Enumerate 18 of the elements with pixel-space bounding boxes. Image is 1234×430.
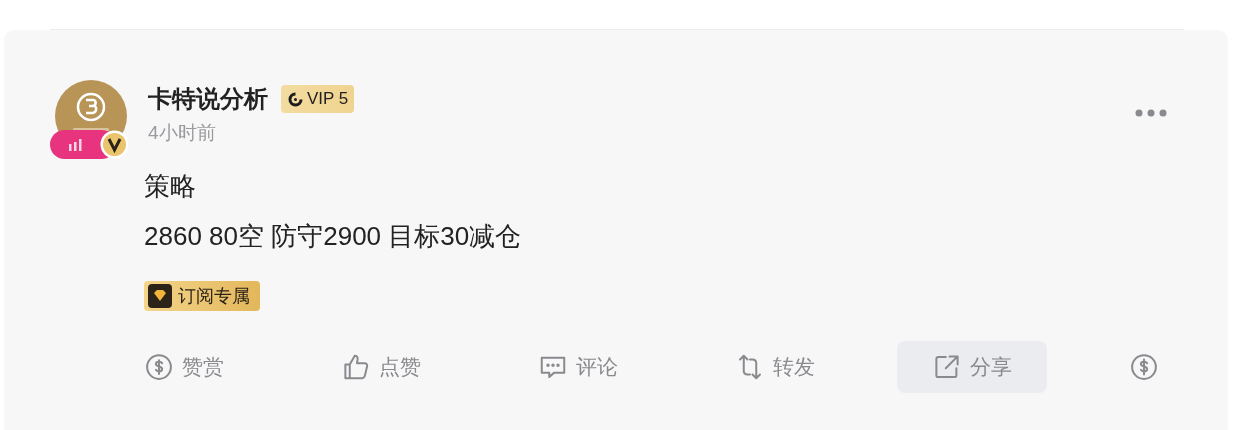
- dollar-icon: [1129, 352, 1159, 382]
- post-time: 4小时前: [148, 121, 217, 145]
- more-icon[interactable]: [1134, 108, 1168, 118]
- comment-button[interactable]: 评论: [530, 341, 626, 393]
- verified-icon: [100, 130, 129, 159]
- bars-icon: [68, 138, 84, 151]
- post-title: 策略: [144, 170, 197, 203]
- tag-label: 订阅专属: [178, 284, 250, 308]
- reward-button[interactable]: 赞赏: [136, 341, 232, 393]
- vip-level: VIP 5: [307, 88, 349, 111]
- post-body: 2860 80空 防守2900 目标30减仓: [144, 220, 523, 253]
- author-name[interactable]: 卡特说分析: [148, 81, 268, 117]
- like-button[interactable]: 点赞: [333, 341, 429, 393]
- ring-icon: [287, 90, 304, 108]
- share-button[interactable]: 分享: [897, 341, 1047, 393]
- repost-button[interactable]: 转发: [727, 341, 823, 393]
- coin-icon: [144, 352, 174, 382]
- thumbs-up-icon: [341, 352, 371, 382]
